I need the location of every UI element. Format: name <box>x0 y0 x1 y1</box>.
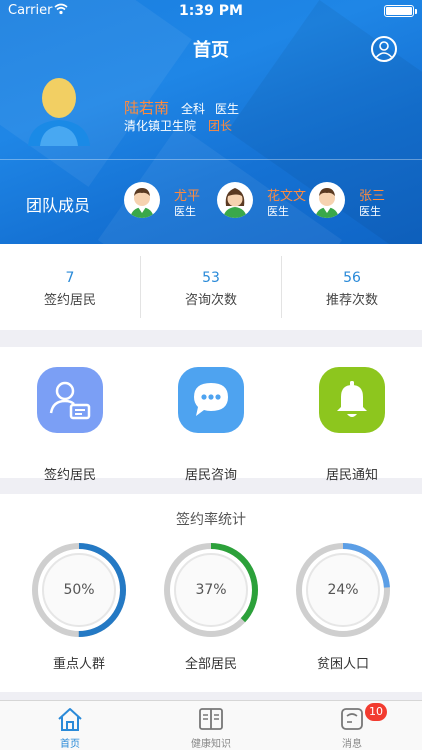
member-role: 医生 <box>267 205 289 218</box>
member-name: 张三 <box>359 189 386 204</box>
battery-icon <box>384 5 417 17</box>
stat-value: 7 <box>65 270 75 286</box>
doctor-department: 全科 <box>181 102 206 116</box>
clock: 1:39 PM <box>179 3 243 19</box>
stat-label: 咨询次数 <box>184 293 237 308</box>
gauge-percent: 50% <box>63 582 95 598</box>
chat-bubble-icon <box>178 367 244 433</box>
member-name: 花文文 <box>267 189 307 204</box>
stats-panel: 7 签约居民 53 咨询次数 56 推荐次数 <box>0 244 422 330</box>
message-icon <box>341 708 363 730</box>
doctor-hospital: 清化镇卫生院 <box>124 119 197 133</box>
stat-consultations[interactable]: 53 咨询次数 <box>141 244 281 330</box>
book-icon <box>199 708 223 730</box>
member-name: 尤平 <box>174 189 201 204</box>
quick-actions: 签约居民 居民咨询 居民通知 <box>0 347 422 483</box>
male-avatar-icon <box>124 182 160 218</box>
male-avatar-icon <box>309 182 345 218</box>
gauge-label: 贫困人口 <box>316 657 369 672</box>
unread-badge: 10 <box>365 703 387 721</box>
action-resident-notify[interactable]: 居民通知 <box>282 367 422 483</box>
action-signed-residents[interactable]: 签约居民 <box>0 367 140 483</box>
member-role: 医生 <box>174 205 196 218</box>
tab-messages[interactable]: 10 消息 <box>282 701 422 750</box>
doctor-avatar <box>28 78 90 146</box>
tab-label: 首页 <box>60 739 80 750</box>
stat-value: 56 <box>343 270 361 286</box>
rate-gauge: 50% <box>31 542 127 638</box>
doctor-role: 团长 <box>208 119 233 133</box>
page-title: 首页 <box>193 40 229 61</box>
gauge-percent: 24% <box>327 582 359 598</box>
tab-home[interactable]: 首页 <box>0 701 140 750</box>
doctor-title: 医生 <box>215 102 240 116</box>
tab-bar: 首页 健康知识 10 消息 <box>0 700 422 750</box>
tab-health-knowledge[interactable]: 健康知识 <box>141 701 281 750</box>
action-resident-consult[interactable]: 居民咨询 <box>141 367 281 483</box>
tab-label: 健康知识 <box>191 739 231 750</box>
gauge-label: 全部居民 <box>184 657 237 672</box>
home-icon <box>58 708 82 731</box>
team-label: 团队成员 <box>26 196 91 215</box>
action-label: 签约居民 <box>43 468 96 483</box>
status-bar: Carrier 1:39 PM <box>0 0 422 22</box>
header-divider <box>0 159 422 160</box>
gauge-label: 重点人群 <box>52 657 105 672</box>
stat-label: 推荐次数 <box>325 293 378 308</box>
action-label: 居民通知 <box>325 468 378 483</box>
rates-title: 签约率统计 <box>176 512 246 528</box>
rate-gauge: 24% <box>295 542 391 638</box>
action-label: 居民咨询 <box>184 468 237 483</box>
stat-label: 签约居民 <box>43 293 96 308</box>
doctor-name: 陆若南 <box>124 99 170 117</box>
signing-rate-panel: 签约率统计 50% 重点人群 37% 全部居民 24% 贫困人口 <box>0 494 422 692</box>
rate-gauge: 37% <box>163 542 259 638</box>
bell-icon <box>319 367 385 433</box>
stat-value: 53 <box>202 270 220 286</box>
gauge-percent: 37% <box>195 582 227 598</box>
member-role: 医生 <box>359 205 381 218</box>
stat-recommendations[interactable]: 56 推荐次数 <box>282 244 422 330</box>
user-circle-icon[interactable] <box>371 36 397 62</box>
female-avatar-icon <box>217 182 253 218</box>
resident-card-icon <box>37 367 103 433</box>
stat-signed-residents[interactable]: 7 签约居民 <box>0 244 140 330</box>
tab-label: 消息 <box>342 739 362 750</box>
header-banner: Carrier 1:39 PM 首页 陆若南 全科 医生 清化镇卫生院 团长 团… <box>0 0 422 244</box>
